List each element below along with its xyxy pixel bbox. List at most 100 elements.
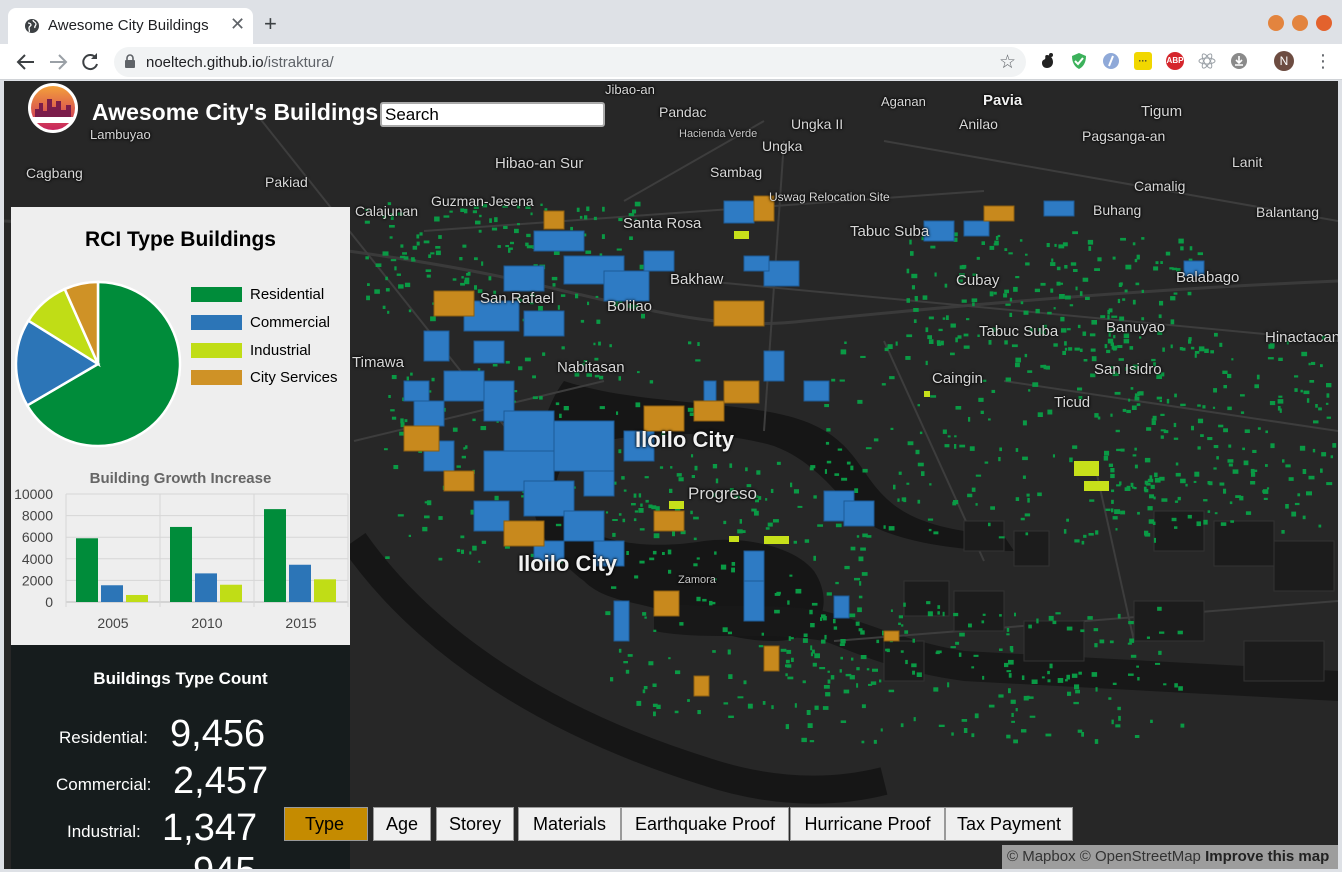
residential-building [1021, 729, 1027, 733]
residential-building [905, 356, 911, 360]
residential-building [1019, 239, 1023, 242]
download-icon[interactable] [1230, 52, 1248, 70]
filter-storey-button[interactable]: Storey [436, 807, 514, 841]
bar-residential-2005[interactable] [76, 538, 98, 602]
residential-building [1330, 455, 1333, 459]
close-window-button[interactable] [1316, 15, 1332, 31]
close-tab-icon[interactable]: ✕ [230, 15, 245, 33]
residential-building [1150, 719, 1153, 723]
maximize-window-button[interactable] [1292, 15, 1308, 31]
residential-building [1160, 413, 1165, 416]
residential-building [1122, 408, 1127, 412]
filter-age-button[interactable]: Age [373, 807, 431, 841]
bar-industrial-2015[interactable] [314, 579, 336, 602]
residential-building [903, 602, 906, 607]
bar-commercial-2010[interactable] [195, 573, 217, 602]
residential-building [1157, 606, 1162, 611]
residential-building [478, 229, 482, 233]
residential-building [824, 469, 827, 474]
reload-icon[interactable] [78, 50, 102, 74]
filter-tax-payment-button[interactable]: Tax Payment [945, 807, 1073, 841]
browser-tab[interactable]: Awesome City Buildings ✕ [8, 8, 253, 44]
residential-building [374, 289, 380, 294]
residential-building [993, 291, 997, 295]
bar-industrial-2010[interactable] [220, 584, 242, 602]
bar-commercial-2005[interactable] [101, 585, 123, 602]
legend-item-commercial[interactable]: Commercial [191, 309, 338, 337]
map-label: Progreso [688, 484, 757, 503]
back-arrow-icon[interactable] [14, 50, 38, 74]
residential-building [911, 663, 917, 668]
residential-building [1022, 475, 1026, 479]
map-label: Jibao-an [605, 82, 655, 97]
residential-building [1144, 530, 1149, 536]
residential-building [1244, 429, 1250, 433]
residential-building [1141, 237, 1145, 240]
address-bar[interactable]: noeltech.github.io/istraktura/ ☆ [114, 47, 1026, 77]
residential-building [1231, 358, 1234, 361]
bar-residential-2010[interactable] [170, 526, 192, 602]
filter-earthquake-proof-button[interactable]: Earthquake Proof [621, 807, 789, 841]
react-devtools-icon[interactable] [1198, 52, 1216, 70]
osm-attribution-link[interactable]: © OpenStreetMap [1080, 848, 1201, 865]
tab-strip: Awesome City Buildings ✕ + [0, 0, 1342, 44]
map-viewport[interactable]: Jibao-an Pavia Aganan Tigum Pandac Ungka… [4, 81, 1338, 869]
residential-building [883, 525, 886, 529]
residential-building [587, 301, 590, 306]
residential-building [1110, 473, 1115, 479]
profile-avatar[interactable]: N [1274, 51, 1294, 71]
filter-type-button[interactable]: Type [284, 807, 368, 841]
residential-building [1004, 340, 1008, 345]
residential-building [858, 595, 863, 599]
mapbox-attribution-link[interactable]: © Mapbox [1007, 848, 1076, 865]
filter-hurricane-proof-button[interactable]: Hurricane Proof [790, 807, 945, 841]
residential-building [584, 215, 588, 220]
residential-building [575, 293, 579, 299]
bar-residential-2015[interactable] [264, 509, 286, 602]
bar-industrial-2005[interactable] [126, 594, 148, 602]
residential-building [776, 591, 781, 595]
legend-item-industrial[interactable]: Industrial [191, 336, 338, 364]
abp-icon[interactable]: ABP [1166, 52, 1184, 70]
residential-building [827, 670, 830, 673]
residential-building [412, 245, 418, 250]
residential-building [801, 737, 807, 743]
map-label: Tabuc Suba [850, 223, 930, 240]
map-label: Timawa [352, 354, 404, 371]
legend-label: Residential [250, 286, 325, 304]
residential-building [999, 614, 1002, 617]
map-label: Pandac [659, 104, 707, 120]
improve-map-link[interactable]: Improve this map [1205, 848, 1329, 865]
forward-arrow-icon[interactable] [46, 50, 70, 74]
adguard-shield-icon[interactable] [1070, 52, 1088, 70]
residential-building [968, 623, 972, 628]
new-tab-icon[interactable]: + [264, 13, 277, 35]
residential-building [472, 210, 477, 214]
residential-building [959, 632, 965, 637]
search-input[interactable] [380, 102, 605, 127]
notes-icon[interactable]: ··· [1134, 52, 1152, 70]
legend-item-city-services[interactable]: City Services [191, 364, 338, 392]
residential-building [1256, 374, 1260, 380]
browser-menu-icon[interactable]: ⋮ [1314, 49, 1332, 73]
residential-building [1099, 639, 1105, 644]
residential-building [488, 276, 492, 281]
residential-building [477, 368, 481, 371]
compass-icon[interactable] [1102, 52, 1120, 70]
residential-building [989, 291, 994, 297]
gnome-extension-icon[interactable] [1038, 52, 1056, 70]
residential-building [865, 447, 872, 450]
residential-building [809, 740, 815, 743]
residential-building [1263, 497, 1268, 500]
residential-building [461, 455, 466, 459]
bar-commercial-2015[interactable] [289, 564, 311, 602]
bookmark-star-icon[interactable]: ☆ [999, 51, 1016, 74]
filter-materials-button[interactable]: Materials [518, 807, 621, 841]
residential-building [667, 549, 672, 555]
residential-building [1055, 612, 1061, 615]
residential-building [1020, 301, 1024, 305]
legend-item-residential[interactable]: Residential [191, 281, 338, 309]
minimize-window-button[interactable] [1268, 15, 1284, 31]
residential-building [1025, 262, 1030, 266]
residential-building [729, 463, 733, 468]
